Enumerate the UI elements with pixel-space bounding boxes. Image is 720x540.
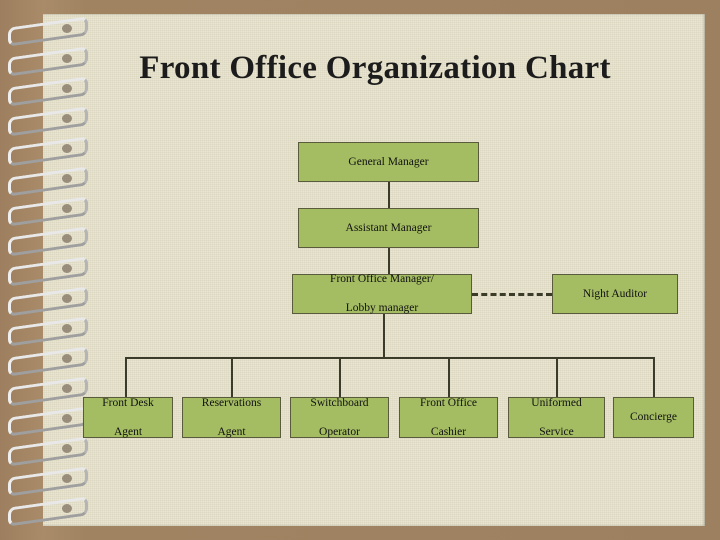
node-front-desk-agent[interactable]: Front Desk Agent bbox=[83, 397, 173, 438]
node-front-office-cashier-label-line1: Front Office bbox=[420, 396, 477, 409]
connector-drop-front-desk-agent bbox=[125, 357, 127, 397]
node-uniformed-service[interactable]: Uniformed Service bbox=[508, 397, 605, 438]
connector-drop-front-office-cashier bbox=[448, 357, 450, 397]
node-front-office-manager[interactable]: Front Office Manager/ Lobby manager bbox=[292, 273, 472, 315]
node-concierge-label: Concierge bbox=[629, 411, 678, 424]
connector-drop-uniformed-service bbox=[556, 357, 558, 397]
node-assistant-manager[interactable]: Assistant Manager bbox=[298, 208, 479, 248]
connector-drop-switchboard-operator bbox=[339, 357, 341, 397]
connector-drop-reservations-agent bbox=[231, 357, 233, 397]
node-reservations-agent-label-line2: Agent bbox=[217, 425, 246, 438]
node-assistant-manager-label: Assistant Manager bbox=[345, 221, 432, 234]
node-general-manager-label: General Manager bbox=[348, 155, 429, 168]
node-switchboard-operator[interactable]: Switchboard Operator bbox=[290, 397, 389, 438]
node-reservations-agent-label-line1: Reservations bbox=[201, 396, 262, 409]
node-concierge[interactable]: Concierge bbox=[613, 397, 694, 438]
connector-fom-down bbox=[383, 314, 385, 358]
node-uniformed-service-label-line2: Service bbox=[539, 425, 574, 438]
node-switchboard-operator-label-line2: Operator bbox=[319, 425, 360, 438]
node-night-auditor-label: Night Auditor bbox=[582, 287, 648, 300]
connector-fom-to-night-auditor bbox=[472, 293, 552, 296]
node-front-office-cashier[interactable]: Front Office Cashier bbox=[399, 397, 498, 438]
node-front-desk-agent-label-line2: Agent bbox=[113, 425, 143, 438]
node-switchboard-operator-label-line1: Switchboard bbox=[310, 396, 369, 409]
node-night-auditor[interactable]: Night Auditor bbox=[552, 274, 678, 314]
slide: Front Office Organization Chart General … bbox=[0, 0, 720, 540]
connector-assistant-to-fom bbox=[388, 248, 390, 274]
notebook-page bbox=[43, 14, 705, 526]
node-front-office-manager-label-line1: Front Office Manager/ bbox=[330, 273, 434, 286]
node-uniformed-service-label-line1: Uniformed bbox=[531, 396, 582, 409]
node-front-desk-agent-label-line1: Front Desk bbox=[102, 396, 154, 409]
connector-gm-to-assistant bbox=[388, 182, 390, 209]
node-reservations-agent[interactable]: Reservations Agent bbox=[182, 397, 281, 438]
node-front-office-manager-label-line2: Lobby manager bbox=[345, 302, 419, 315]
page-title: Front Office Organization Chart bbox=[139, 50, 611, 86]
connector-drop-concierge bbox=[653, 357, 655, 397]
node-front-office-cashier-label-line2: Cashier bbox=[430, 425, 467, 438]
node-general-manager[interactable]: General Manager bbox=[298, 142, 479, 182]
connector-bus bbox=[125, 357, 654, 359]
